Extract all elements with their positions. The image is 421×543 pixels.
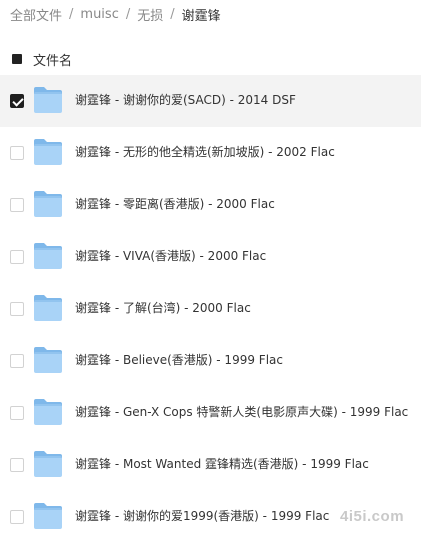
file-name[interactable]: 谢霆锋 - VIVA(香港版) - 2000 Flac <box>75 248 266 264</box>
folder-icon <box>34 451 62 477</box>
file-row[interactable]: 谢霆锋 - 了解(台湾) - 2000 Flac <box>0 283 421 335</box>
file-row[interactable]: 谢霆锋 - VIVA(香港版) - 2000 Flac <box>0 231 421 283</box>
file-row[interactable]: 谢霆锋 - 无形的他全精选(新加坡版) - 2002 Flac <box>0 127 421 179</box>
file-row[interactable]: 谢霆锋 - 谢谢你的爱(SACD) - 2014 DSF <box>0 75 421 127</box>
file-row[interactable]: 谢霆锋 - Gen-X Cops 特警新人类(电影原声大碟) - 1999 Fl… <box>0 387 421 439</box>
folder-icon <box>34 295 62 321</box>
file-name[interactable]: 谢霆锋 - Gen-X Cops 特警新人类(电影原声大碟) - 1999 Fl… <box>75 404 408 420</box>
row-checkbox[interactable] <box>10 302 24 316</box>
file-list-header: 文件名 <box>0 48 421 70</box>
row-checkbox[interactable] <box>10 250 24 264</box>
file-row[interactable]: 谢霆锋 - 零距离(香港版) - 2000 Flac <box>0 179 421 231</box>
folder-icon <box>34 139 62 165</box>
folder-icon <box>34 503 62 529</box>
row-checkbox[interactable] <box>10 354 24 368</box>
row-checkbox[interactable] <box>10 510 24 524</box>
file-name[interactable]: 谢霆锋 - 零距离(香港版) - 2000 Flac <box>75 196 275 212</box>
file-name[interactable]: 谢霆锋 - 谢谢你的爱1999(香港版) - 1999 Flac <box>75 508 329 524</box>
file-name[interactable]: 谢霆锋 - Most Wanted 霆锋精选(香港版) - 1999 Flac <box>75 456 369 472</box>
file-row[interactable]: 谢霆锋 - Most Wanted 霆锋精选(香港版) - 1999 Flac <box>0 439 421 491</box>
folder-icon <box>34 243 62 269</box>
breadcrumb-muisc[interactable]: muisc <box>80 7 118 22</box>
folder-icon <box>34 399 62 425</box>
row-checkbox[interactable] <box>10 146 24 160</box>
breadcrumb-all-files[interactable]: 全部文件 <box>10 5 62 24</box>
breadcrumb-lossless[interactable]: 无损 <box>137 5 163 24</box>
row-checkbox[interactable] <box>10 94 24 108</box>
breadcrumb-separator: / <box>170 6 175 22</box>
row-checkbox[interactable] <box>10 406 24 420</box>
file-name[interactable]: 谢霆锋 - 了解(台湾) - 2000 Flac <box>75 300 251 316</box>
row-checkbox[interactable] <box>10 458 24 472</box>
folder-icon <box>34 347 62 373</box>
file-list: 谢霆锋 - 谢谢你的爱(SACD) - 2014 DSF 谢霆锋 - 无形的他全精… <box>0 75 421 543</box>
breadcrumb-current: 谢霆锋 <box>181 8 221 24</box>
file-name[interactable]: 谢霆锋 - 无形的他全精选(新加坡版) - 2002 Flac <box>75 144 335 160</box>
breadcrumb: 全部文件 / muisc / 无损 / 谢霆锋 <box>10 4 221 24</box>
file-name[interactable]: 谢霆锋 - 谢谢你的爱(SACD) - 2014 DSF <box>75 92 296 108</box>
column-header-filename[interactable]: 文件名 <box>33 50 72 69</box>
watermark: 4i5i.com <box>340 508 405 525</box>
breadcrumb-separator: / <box>69 6 74 22</box>
file-row[interactable]: 谢霆锋 - Believe(香港版) - 1999 Flac <box>0 335 421 387</box>
row-checkbox[interactable] <box>10 198 24 212</box>
select-all-checkbox[interactable] <box>12 54 22 64</box>
file-name[interactable]: 谢霆锋 - Believe(香港版) - 1999 Flac <box>75 352 283 368</box>
folder-icon <box>34 191 62 217</box>
folder-icon <box>34 87 62 113</box>
breadcrumb-separator: / <box>125 6 131 22</box>
